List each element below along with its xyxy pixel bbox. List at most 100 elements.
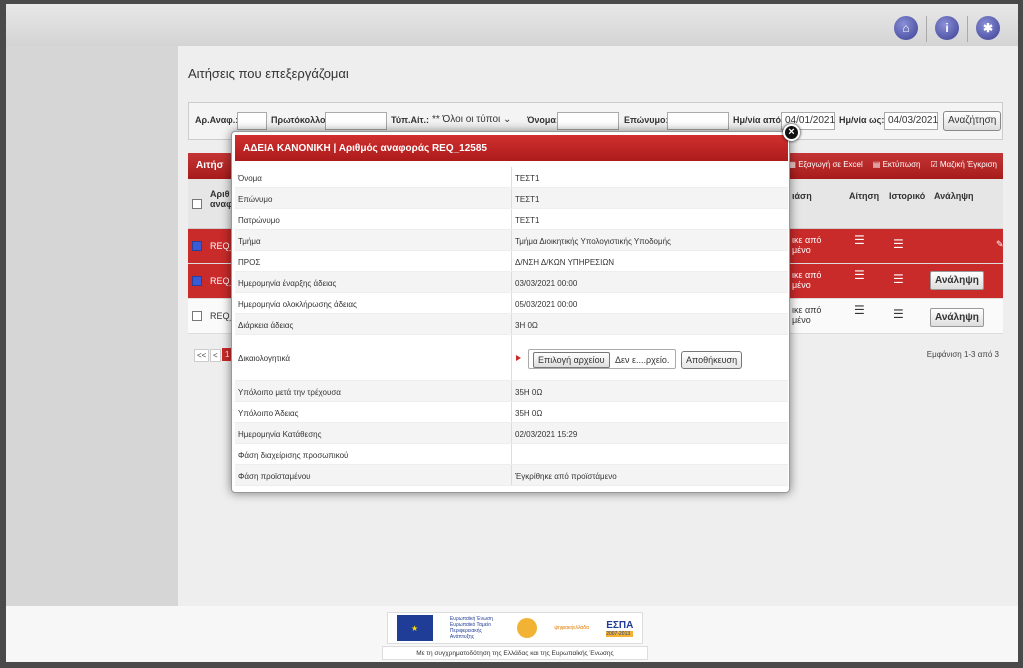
row-checkbox[interactable] [192,241,202,251]
row-checkbox[interactable] [192,311,202,321]
column-divider [511,423,512,443]
check-icon: ☑ [930,160,938,169]
column-divider [511,381,512,401]
column-divider [511,230,512,250]
detail-row: Φάση διαχείρισης προσωπικού [235,444,788,465]
sponsor-logos: ★ Ευρωπαϊκή Ένωση Ευρωπαϊκό Ταμείο Περιφ… [387,612,643,644]
file-input[interactable]: Επιλογή αρχείου Δεν ε....ρχείο. [528,349,676,369]
info-icon[interactable]: i [935,16,959,40]
date-from-label: Ημ/νία από: [733,115,784,125]
detail-label: ΠΡΟΣ [238,258,261,267]
detail-value: 35Η 0Ω [515,388,543,397]
column-divider [511,209,512,229]
save-button[interactable]: Αποθήκευση [681,351,743,369]
column-divider [511,402,512,422]
column-request: Αίτηση [849,191,880,201]
request-details-modal: ΑΔΕΙΑ ΚΑΝΟΝΙΚΗ | Αριθμός αναφοράς REQ_12… [231,124,800,493]
left-pane [6,46,178,606]
no-file-text: Δεν ε....ρχείο. [615,355,670,365]
detail-row: Διάρκεια άδειας 3Η 0Ω [235,314,788,335]
detail-row: Τμήμα Τμήμα Διοικητικής Υπολογιστικής Υπο… [235,230,788,251]
detail-row: Ημερομηνία έναρξης άδειας 03/03/2021 00:0… [235,272,788,293]
detail-row: Πατρώνυμο ΤΕΣΤ1 [235,209,788,230]
excel-export-button[interactable]: ▦ Εξαγωγή σε Excel [788,160,862,169]
column-divider [511,335,512,380]
grid-tools: ▦ Εξαγωγή σε Excel ▤ Εκτύπωση ☑ Μαζική Έ… [788,160,997,169]
protocol-input[interactable] [325,112,387,130]
column-history: Ιστορικό [889,191,926,201]
date-to-label: Ημ/νία ως: [839,115,885,125]
column-phase: ιάση [792,191,812,201]
espa-logo: ΕΣΠΑ 2007-2013 [606,619,634,637]
column-divider [511,251,512,271]
detail-value: Δ/ΝΣΗ Δ/ΚΩΝ ΥΠΗΡΕΣΙΩΝ [515,258,615,267]
history-icon[interactable]: ☰ [893,307,904,321]
espa-text: ΕΣΠΑ [606,619,634,631]
ref-input[interactable] [237,112,267,130]
take-button[interactable]: Ανάληψη [930,271,984,290]
detail-value: ΤΕΣΤ1 [515,195,540,204]
detail-row: Υπόλοιπο μετά την τρέχουσα 35Η 0Ω [235,381,788,402]
select-all-checkbox[interactable] [192,199,202,209]
close-icon[interactable]: × [783,124,800,141]
chevron-down-icon: ⌄ [503,114,512,125]
choose-file-button[interactable]: Επιλογή αρχείου [533,352,610,368]
detail-label: Υπόλοιπο μετά την τρέχουσα [238,388,341,397]
detail-row: Όνομα ΤΕΣΤ1 [235,167,788,188]
divider [967,16,968,42]
row-phase: ικε από μένο [792,305,822,325]
take-button[interactable]: Ανάληψη [930,308,984,327]
excel-export-label: Εξαγωγή σε Excel [798,160,863,169]
top-bar: ⌂ i ✱ [6,4,1018,46]
detail-label: Υπόλοιπο Άδειας [238,409,299,418]
prev-page-button[interactable]: < [210,349,221,362]
page-title: Αιτήσεις που επεξεργάζομαι [188,66,349,81]
print-button[interactable]: ▤ Εκτύπωση [873,160,921,169]
footer-caption: Με τη συγχρηματοδότηση της Ελλάδας και τ… [382,646,648,660]
bulk-approve-button[interactable]: ☑ Μαζική Έγκριση [930,160,997,169]
eu-subtext: Ευρωπαϊκό Ταμείο Περιφερειακής Ανάπτυξης [449,622,491,640]
row-phase: ικε από μένο [792,235,822,255]
search-button[interactable]: Αναζήτηση [943,111,1002,131]
type-label: Τύπ.Αίτ.: [391,115,429,125]
surname-input[interactable] [667,112,729,130]
list-icon[interactable]: ☰ [854,233,865,247]
eu-flag-icon: ★ [396,615,433,641]
list-icon[interactable]: ☰ [854,303,865,317]
modal-details-table: Όνομα ΤΕΣΤ1 Επώνυμο ΤΕΣΤ1 Πατρώνυμο ΤΕΣΤ1 Τ… [235,167,788,486]
edit-icon[interactable]: ✎ [996,239,1004,250]
first-page-button[interactable]: << [194,349,210,362]
detail-value: ΤΕΣΤ1 [515,216,540,225]
name-label: Όνομα: [527,115,559,125]
printer-icon: ▤ [872,160,881,169]
detail-label: Ημερομηνία ολοκλήρωσης άδειας [238,300,357,309]
divider [926,16,927,42]
detail-label: Ημερομηνία έναρξης άδειας [238,279,337,288]
list-icon[interactable]: ☰ [854,268,865,282]
detail-row: Ημερομηνία Κατάθεσης 02/03/2021 15:29 [235,423,788,444]
detail-label: Ημερομηνία Κατάθεσης [238,430,322,439]
grid-title: Αιτήσ [196,160,224,171]
pager-summary: Εμφάνιση 1-3 από 3 [926,350,999,359]
date-to-input[interactable]: 04/03/2021 [884,112,938,130]
bulk-approve-label: Μαζική Έγκριση [939,160,997,169]
history-icon[interactable]: ☰ [893,272,904,286]
home-icon[interactable]: ⌂ [894,16,918,40]
detail-value: ΤΕΣΤ1 [515,174,540,183]
detail-value: Τμήμα Διοικητικής Υπολογιστικής Υποδομής [515,237,671,246]
detail-row: Ημερομηνία ολοκλήρωσης άδειας 05/03/2021 … [235,293,788,314]
espa-years: 2007-2013 [606,630,634,637]
row-phase: ικε από μένο [792,270,822,290]
name-input[interactable] [557,112,619,130]
type-select[interactable]: ** Όλοι οι τύποι ⌄ [429,112,525,130]
attachments-label: Δικαιολογητικά [238,354,290,363]
detail-value: 02/03/2021 15:29 [515,430,578,439]
history-icon[interactable]: ☰ [893,237,904,251]
attachments-row: Δικαιολογητικά Επιλογή αρχείου Δεν ε....… [235,335,788,381]
settings-icon[interactable]: ✱ [976,16,1000,40]
row-checkbox[interactable] [192,276,202,286]
type-select-value: ** Όλοι οι τύποι [432,114,501,125]
digital-greece-text: ψηφιακήελλάδα [554,625,589,631]
detail-value: 35Η 0Ω [515,409,543,418]
digital-greece-logo-icon [517,618,538,638]
